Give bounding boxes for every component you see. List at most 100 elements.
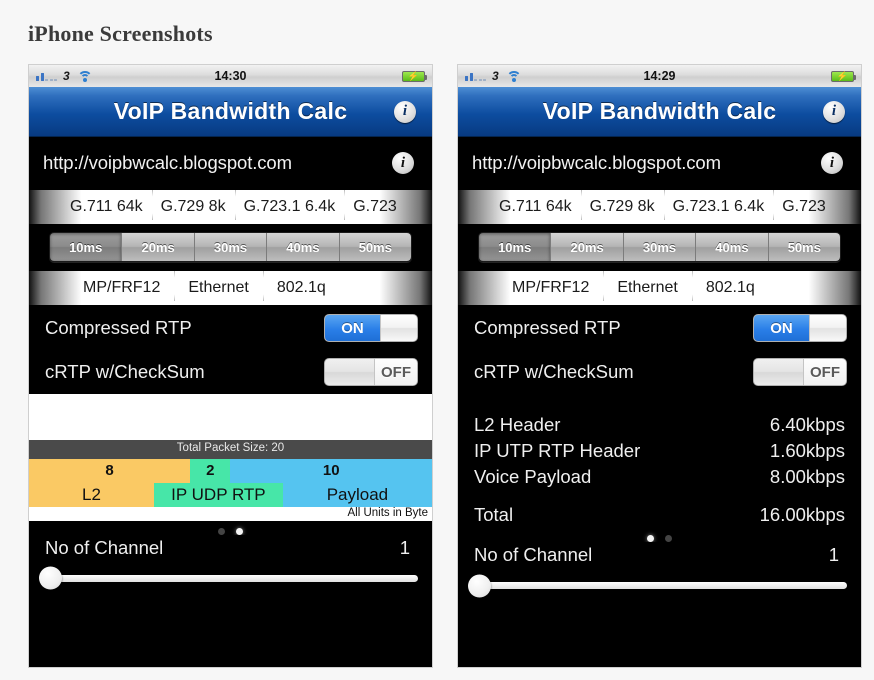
compressed-rtp-toggle[interactable]: ON — [753, 314, 847, 342]
charging-bolt-icon: ⚡ — [836, 70, 849, 81]
toggle-knob — [809, 315, 846, 341]
segment-30ms[interactable]: 30ms — [623, 233, 697, 261]
white-spacer — [29, 394, 432, 440]
encap-option[interactable]: MP/FRF12 — [498, 280, 603, 296]
toggle-off-label: OFF — [804, 359, 846, 385]
result-label: Voice Payload — [474, 466, 592, 487]
iphone-screenshot-left: 3 14:30 ⚡ VoIP Bandwidth Calc i http://v… — [28, 64, 433, 668]
interval-segmented-control[interactable]: 10ms 20ms 30ms 40ms 50ms — [49, 232, 412, 262]
codec-option[interactable]: G.729 8k — [151, 190, 235, 220]
compressed-rtp-row: Compressed RTP ON — [29, 306, 432, 350]
packet-segment-l2: 8 — [29, 458, 191, 483]
channel-slider[interactable] — [468, 574, 847, 597]
segment-10ms[interactable]: 10ms — [50, 233, 123, 261]
codec-picker[interactable]: G.711 64k G.729 8k G.723.1 6.4k G.723 — [29, 189, 432, 225]
segment-20ms[interactable]: 20ms — [122, 233, 195, 261]
channel-slider-wrap[interactable] — [458, 566, 861, 597]
encap-option[interactable]: MP/FRF12 — [69, 280, 174, 296]
encapsulation-picker[interactable]: MP/FRF12 Ethernet 802.1q — [29, 270, 432, 306]
status-bar-right: ⚡ — [402, 70, 427, 82]
packet-segment-ipudprtp: 2 — [190, 458, 231, 483]
bandwidth-results: L2 Header 6.40kbps IP UTP RTP Header 1.6… — [458, 394, 861, 528]
toggle-on-label: ON — [325, 315, 380, 341]
segment-50ms[interactable]: 50ms — [768, 233, 840, 261]
page-dots[interactable] — [29, 520, 432, 535]
encapsulation-picker[interactable]: MP/FRF12 Ethernet 802.1q — [458, 270, 861, 306]
app-title: VoIP Bandwidth Calc — [113, 98, 348, 124]
packet-label-l2: L2 — [29, 482, 154, 507]
info-icon[interactable]: i — [394, 100, 416, 123]
page-title: iPhone Screenshots — [28, 21, 213, 46]
result-value: 6.40kbps — [769, 414, 845, 435]
result-value: 8.00kbps — [769, 466, 845, 487]
page-dot[interactable] — [665, 535, 672, 542]
charging-bolt-icon: ⚡ — [407, 70, 420, 81]
interval-segmented-control[interactable]: 10ms 20ms 30ms 40ms 50ms — [478, 232, 841, 262]
result-value: 16.00kbps — [759, 504, 845, 525]
compressed-rtp-toggle[interactable]: ON — [324, 314, 418, 342]
info-icon[interactable]: i — [823, 100, 845, 123]
packet-label-payload: Payload — [282, 482, 432, 507]
codec-option[interactable]: G.723 — [344, 190, 406, 220]
codec-option[interactable]: G.711 64k — [490, 199, 581, 215]
channel-label: No of Channel — [45, 536, 164, 558]
codec-option[interactable]: G.723.1 6.4k — [663, 190, 774, 220]
page-dot[interactable] — [218, 527, 225, 535]
encap-option[interactable]: 802.1q — [691, 271, 769, 301]
segment-40ms[interactable]: 40ms — [696, 233, 769, 261]
slider-knob[interactable] — [39, 566, 62, 590]
codec-option[interactable]: G.723 — [773, 190, 835, 220]
crtp-checksum-label: cRTP w/CheckSum — [45, 361, 205, 382]
channel-value: 1 — [828, 544, 839, 565]
segment-40ms[interactable]: 40ms — [267, 233, 340, 261]
url-bar[interactable]: http://voipbwcalc.blogspot.com i — [458, 137, 861, 189]
codec-option[interactable]: G.711 64k — [61, 199, 152, 215]
units-note: All Units in Byte — [29, 506, 432, 521]
channel-value: 1 — [399, 536, 410, 558]
result-row-total: Total 16.00kbps — [474, 502, 845, 528]
url-info-icon[interactable]: i — [821, 152, 843, 174]
page-dot-active[interactable] — [236, 527, 243, 535]
toggle-on-label: ON — [754, 315, 809, 341]
codec-picker[interactable]: G.711 64k G.729 8k G.723.1 6.4k G.723 — [458, 189, 861, 225]
bottom-fill — [29, 581, 432, 667]
segment-30ms[interactable]: 30ms — [194, 233, 268, 261]
codec-option[interactable]: G.723.1 6.4k — [234, 190, 345, 220]
packet-segment-payload: 10 — [230, 458, 432, 483]
interval-segmented-wrap: 10ms 20ms 30ms 40ms 50ms — [29, 225, 432, 270]
page-dots[interactable] — [458, 528, 861, 542]
status-bar: 3 14:30 ⚡ — [29, 65, 432, 87]
segment-50ms[interactable]: 50ms — [339, 233, 411, 261]
page-dot-active[interactable] — [647, 535, 654, 542]
toggle-knob — [754, 359, 804, 385]
battery-charging-icon: ⚡ — [831, 70, 856, 82]
result-row: Voice Payload 8.00kbps — [474, 464, 845, 490]
crtp-checksum-toggle[interactable]: OFF — [753, 358, 847, 386]
packet-label-ipudprtp: IP UDP RTP — [153, 482, 283, 507]
result-label: L2 Header — [474, 414, 561, 435]
crtp-checksum-toggle[interactable]: OFF — [324, 358, 418, 386]
compressed-rtp-label: Compressed RTP — [474, 317, 621, 338]
encap-option[interactable]: Ethernet — [603, 271, 691, 301]
segment-10ms[interactable]: 10ms — [479, 233, 552, 261]
compressed-rtp-row: Compressed RTP ON — [458, 306, 861, 350]
crtp-checksum-label: cRTP w/CheckSum — [474, 361, 634, 382]
encap-option[interactable]: Ethernet — [174, 271, 262, 301]
url-bar[interactable]: http://voipbwcalc.blogspot.com i — [29, 137, 432, 189]
url-label: http://voipbwcalc.blogspot.com — [472, 152, 721, 173]
total-packet-size-label: Total Packet Size: 20 — [29, 440, 432, 459]
toggle-knob — [325, 359, 375, 385]
codec-option[interactable]: G.729 8k — [580, 190, 664, 220]
app-title: VoIP Bandwidth Calc — [542, 98, 777, 124]
status-bar-right: ⚡ — [831, 70, 856, 82]
toggle-off-label: OFF — [375, 359, 417, 385]
segment-20ms[interactable]: 20ms — [551, 233, 624, 261]
url-info-icon[interactable]: i — [392, 152, 414, 174]
channel-label: No of Channel — [474, 544, 593, 565]
channel-slider[interactable] — [39, 566, 418, 590]
channel-row: No of Channel 1 — [458, 542, 861, 566]
channel-slider-wrap[interactable] — [29, 558, 432, 590]
encap-option[interactable]: 802.1q — [262, 271, 340, 301]
slider-knob[interactable] — [468, 574, 491, 597]
packet-size-bar: 8 2 10 — [29, 458, 432, 483]
